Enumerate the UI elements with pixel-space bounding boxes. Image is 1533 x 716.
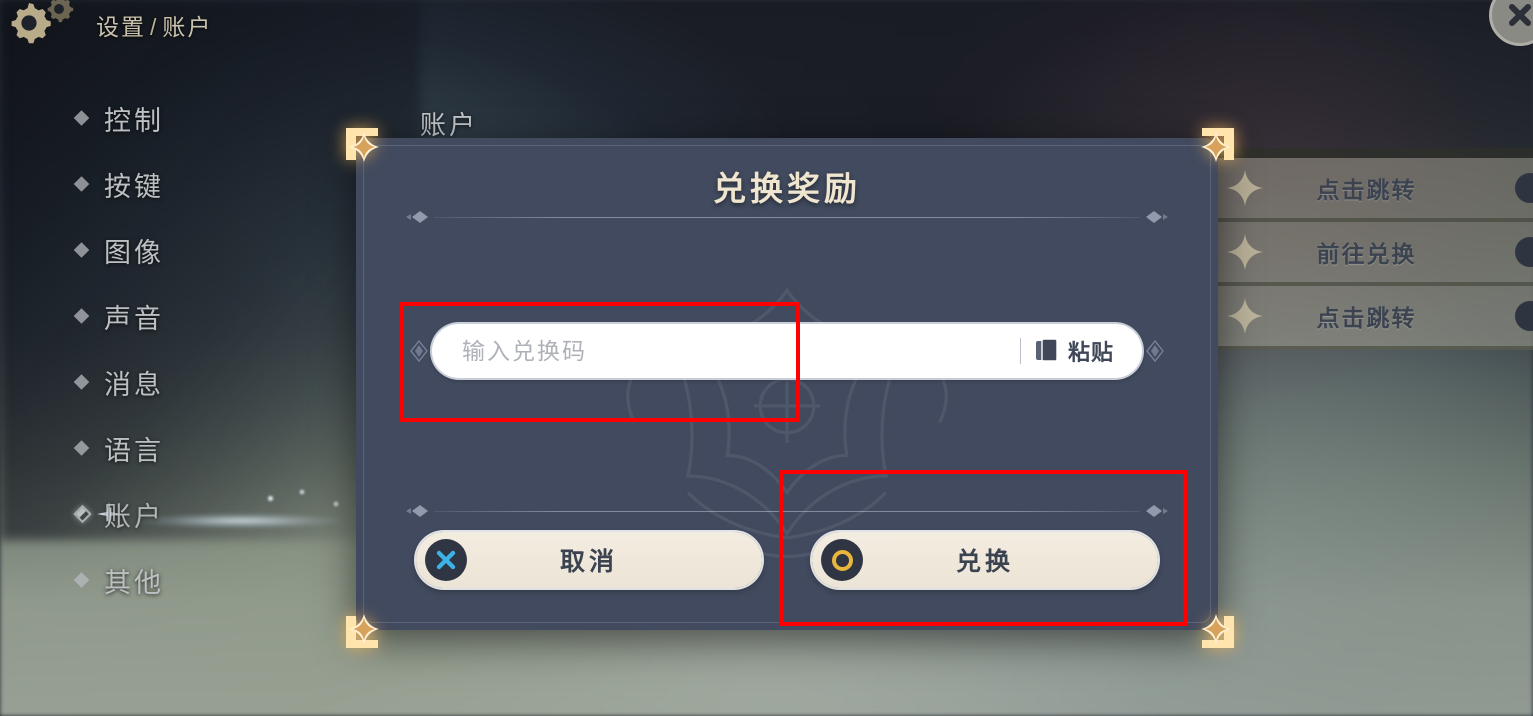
sparkle-icon xyxy=(1227,298,1263,334)
diamond-bullet-icon xyxy=(73,374,90,390)
sparkle-icon xyxy=(1227,234,1263,270)
cancel-button[interactable]: 取消 xyxy=(416,532,762,588)
list-item-label: 点击跳转 xyxy=(1316,177,1417,203)
sidebar-item-language[interactable]: 语言 xyxy=(0,426,300,470)
cancel-button-label: 取消 xyxy=(559,548,618,576)
row-indicator-dot xyxy=(1515,301,1533,331)
gold-ring-icon xyxy=(821,539,863,581)
sidebar-item-keybinds[interactable]: 按键 xyxy=(0,162,300,206)
dialog-button-row: 取消 兑换 xyxy=(416,532,1158,588)
list-item-jump-1[interactable]: 点击跳转 xyxy=(1200,158,1533,222)
list-item-label: 前往兑换 xyxy=(1316,241,1417,267)
diamond-sparkle-icon xyxy=(1146,505,1168,517)
settings-gear-icon-group xyxy=(4,0,78,50)
list-item-label: 点击跳转 xyxy=(1316,305,1417,331)
sidebar-item-label: 其他 xyxy=(104,567,164,598)
diamond-sparkle-icon xyxy=(1146,211,1168,223)
sidebar-item-audio[interactable]: 声音 xyxy=(0,294,300,338)
corner-ornament-icon xyxy=(346,614,379,648)
diamond-bullet-icon xyxy=(73,440,90,456)
sidebar-item-graphics[interactable]: 图像 xyxy=(0,228,300,272)
code-input-field[interactable] xyxy=(432,324,1020,378)
paste-button-label: 粘贴 xyxy=(1067,340,1114,365)
close-x-circle-icon xyxy=(425,539,467,581)
list-item-jump-2[interactable]: 点击跳转 xyxy=(1200,286,1533,350)
diamond-sparkle-icon xyxy=(406,211,428,223)
divider-line xyxy=(434,510,1140,512)
redeem-reward-dialog: 兑换奖励 输入兑换码 粘贴 取消 兑换 xyxy=(356,138,1218,630)
sidebar-item-label: 账户 xyxy=(104,501,164,532)
diamond-bullet-icon xyxy=(73,176,90,192)
sidebar-item-label: 按键 xyxy=(104,171,164,202)
panel-top-divider xyxy=(1200,148,1533,158)
sidebar-item-label: 图像 xyxy=(104,237,164,268)
corner-ornament-icon xyxy=(346,128,379,162)
row-indicator-dot xyxy=(1515,237,1533,267)
redeem-code-input-pill[interactable]: 粘贴 xyxy=(432,324,1142,378)
diamond-sparkle-icon xyxy=(410,340,428,362)
redeem-button[interactable]: 兑换 xyxy=(812,532,1158,588)
breadcrumb-separator: / xyxy=(150,14,159,40)
divider-line xyxy=(434,216,1140,218)
dialog-divider-top xyxy=(404,206,1170,228)
list-item-go-redeem[interactable]: 前往兑换 xyxy=(1200,222,1533,286)
dialog-divider-bottom xyxy=(404,500,1170,522)
sidebar-item-messages[interactable]: 消息 xyxy=(0,360,300,404)
paste-button[interactable]: 粘贴 xyxy=(1035,335,1142,367)
diamond-sparkle-icon xyxy=(1146,340,1164,362)
breadcrumb-current: 账户 xyxy=(162,14,213,40)
dialog-title: 兑换奖励 xyxy=(713,170,861,207)
game-settings-screen: 设置 / 账户 控制 按键 图像 声音 消息 语言 账户 其他 账户 点击跳转 … xyxy=(0,0,1533,716)
sparkle-dot xyxy=(334,502,338,506)
corner-ornament-icon xyxy=(1201,614,1234,648)
sparkle-dot xyxy=(300,490,304,494)
sidebar-item-controls[interactable]: 控制 xyxy=(0,96,300,140)
close-x-icon xyxy=(1509,4,1531,26)
account-links-panel: 点击跳转 前往兑换 点击跳转 xyxy=(1200,148,1533,350)
sparkle-icon xyxy=(1227,170,1263,206)
close-x-icon xyxy=(436,550,456,570)
sidebar-item-label: 控制 xyxy=(104,105,164,136)
gear-small-icon xyxy=(47,0,74,23)
paste-divider xyxy=(1019,338,1021,364)
sidebar-item-label: 声音 xyxy=(104,303,164,334)
sidebar-item-other[interactable]: 其他 xyxy=(0,558,300,602)
sidebar-item-label: 语言 xyxy=(104,435,164,466)
sidebar-item-label: 消息 xyxy=(104,369,164,400)
breadcrumb-root[interactable]: 设置 xyxy=(96,14,146,40)
settings-sidebar: 控制 按键 图像 声音 消息 语言 账户 其他 xyxy=(0,96,300,624)
sidebar-item-account[interactable]: 账户 xyxy=(0,492,300,536)
redeem-code-row: 粘贴 xyxy=(408,324,1166,378)
diamond-sparkle-icon xyxy=(406,505,428,517)
page-title: 账户 xyxy=(420,110,479,140)
breadcrumb: 设置 / 账户 xyxy=(96,8,212,42)
diamond-bullet-icon xyxy=(73,308,90,324)
gold-ring-shape xyxy=(831,549,853,571)
diamond-bullet-icon xyxy=(73,110,90,126)
row-indicator-dot xyxy=(1515,173,1533,203)
redeem-button-label: 兑换 xyxy=(955,548,1014,576)
diamond-bullet-icon xyxy=(73,242,90,258)
diamond-bullet-icon xyxy=(73,572,90,588)
clipboard-copy-icon xyxy=(1035,337,1058,362)
diamond-bullet-icon xyxy=(73,504,92,524)
corner-ornament-icon xyxy=(1201,128,1234,162)
